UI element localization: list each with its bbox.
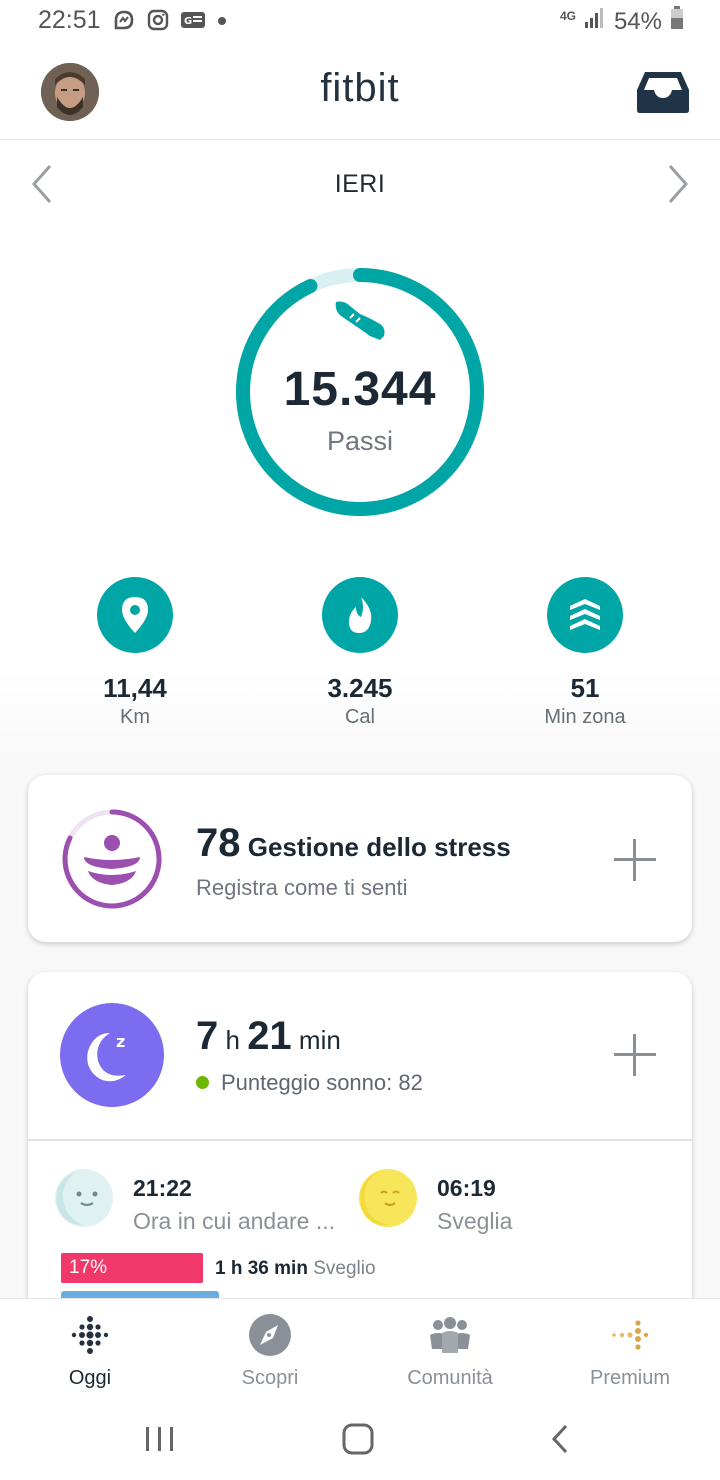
stat-unit: Cal — [344, 706, 375, 728]
sleep-icon: z — [60, 1003, 164, 1107]
bedtime-moon-icon — [55, 1169, 113, 1227]
tab-label: Comunità — [407, 1367, 493, 1389]
zone-chevrons-icon — [570, 599, 600, 630]
tab-label: Oggi — [68, 1367, 112, 1389]
recent-apps-icon — [146, 1427, 173, 1451]
back-button[interactable] — [542, 1422, 582, 1456]
bedtime-block: 21:22 Ora in cui andare ... — [133, 1175, 335, 1235]
community-icon — [428, 1313, 472, 1357]
next-day-button[interactable] — [662, 162, 694, 206]
location-pin-icon — [122, 597, 148, 633]
day-title: IERI — [334, 170, 386, 198]
tab-today[interactable]: Oggi — [0, 1313, 180, 1390]
sleep-minutes: 21 — [247, 1014, 292, 1058]
steps-label: Passi — [326, 426, 394, 456]
tab-label: Premium — [589, 1367, 670, 1389]
stat-unit: Km — [120, 706, 150, 728]
stat-value: 51 — [570, 673, 600, 703]
battery-percent: 54% — [613, 7, 662, 35]
home-button[interactable] — [340, 1422, 380, 1456]
stat-distance[interactable]: 11,44 Km — [45, 577, 225, 729]
moon-icon: z — [87, 1032, 126, 1082]
stage-duration: 1 h 36 min — [215, 1258, 308, 1279]
system-navigation-bar — [0, 1398, 720, 1480]
stress-icon — [60, 807, 164, 911]
wake-sun-icon — [359, 1169, 417, 1227]
wake-time: 06:19 — [437, 1175, 496, 1201]
inbox-icon — [637, 72, 689, 113]
sleep-score: Punteggio sonno: 82 — [221, 1070, 423, 1095]
sleep-hours-unit: h — [225, 1025, 240, 1055]
stats-row: 11,44 Km 3.245 Cal 51 Min zona — [0, 520, 720, 770]
stat-calories[interactable]: 3.245 Cal — [270, 577, 450, 729]
wake-block: 06:19 Sveglia — [437, 1175, 512, 1235]
app-header: fitbit — [0, 44, 720, 140]
stage-name: Sveglio — [313, 1258, 376, 1279]
steps-ring[interactable]: 15.344 Passi — [230, 262, 490, 522]
stat-unit: Min zona — [544, 706, 626, 728]
stress-title: Gestione dello stress — [247, 832, 511, 862]
flame-icon — [349, 597, 372, 633]
stat-value: 3.245 — [327, 673, 393, 703]
sleep-card[interactable]: z 7 h 21 min Punteggio sonno: 82 21:22 O… — [28, 972, 692, 1332]
status-time: 22:51 — [38, 6, 101, 34]
network-type-icon: 4G — [559, 8, 576, 23]
signal-icon — [584, 7, 606, 36]
stress-score: 78 — [196, 821, 241, 865]
sleep-hours: 7 — [196, 1014, 219, 1058]
tab-label: Scopri — [241, 1367, 299, 1389]
divider — [28, 1139, 692, 1141]
day-navigator: IERI — [0, 140, 720, 230]
stat-value: 11,44 — [103, 673, 167, 703]
tab-community[interactable]: Comunità — [360, 1313, 540, 1390]
stress-card[interactable]: 78 Gestione dello stress Registra come t… — [28, 775, 692, 942]
recent-apps-button[interactable] — [140, 1422, 180, 1456]
svg-text:z: z — [116, 1032, 125, 1051]
fitbit-dots-icon — [68, 1313, 112, 1357]
back-icon — [551, 1424, 568, 1454]
news-app-icon: G — [180, 9, 206, 36]
premium-dots-icon — [608, 1313, 652, 1357]
status-bar: 22:51 G 4G 54% — [0, 0, 720, 44]
messenger-app-icon — [112, 8, 136, 37]
steps-value: 15.344 — [283, 363, 437, 416]
add-stress-button[interactable] — [612, 837, 658, 883]
bedtime-label: Ora in cui andare ... — [133, 1208, 335, 1234]
inbox-button[interactable] — [636, 70, 690, 114]
svg-text:G: G — [184, 16, 192, 27]
awake-stage-bar: 17% — [61, 1253, 203, 1283]
instagram-icon — [146, 8, 170, 37]
notification-dot-icon — [216, 14, 228, 32]
battery-icon — [670, 6, 684, 37]
tab-premium[interactable]: Premium — [540, 1313, 720, 1390]
stat-zone-minutes[interactable]: 51 Min zona — [495, 577, 675, 729]
bottom-navigation: Oggi Scopri Comunità Premium — [0, 1298, 720, 1398]
tab-discover[interactable]: Scopri — [180, 1313, 360, 1390]
shoe-icon — [330, 298, 388, 342]
wake-label: Sveglia — [437, 1208, 513, 1234]
compass-icon — [248, 1313, 292, 1357]
sleep-score-dot — [196, 1075, 209, 1089]
chevron-right-icon — [668, 165, 689, 203]
stress-subtitle: Registra come ti senti — [196, 875, 408, 900]
bedtime-time: 21:22 — [133, 1175, 192, 1201]
app-logo: fitbit — [320, 66, 400, 110]
home-icon — [342, 1423, 374, 1455]
add-sleep-button[interactable] — [612, 1032, 658, 1078]
sleep-minutes-unit: min — [298, 1025, 341, 1055]
